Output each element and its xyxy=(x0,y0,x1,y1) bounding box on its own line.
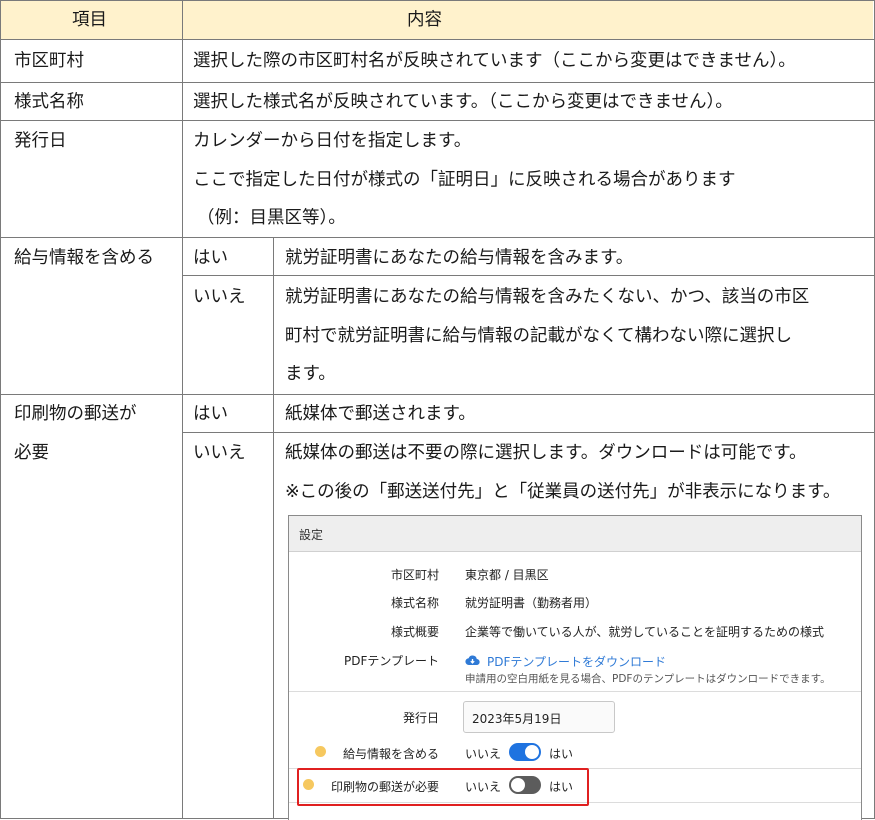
table-divider xyxy=(0,237,875,238)
row-item-issue-date: 発行日 xyxy=(14,131,67,151)
highlight-box xyxy=(297,768,589,806)
row-item-salary: 給与情報を含める xyxy=(14,248,154,268)
row-salary-no-line3: ます。 xyxy=(285,364,336,384)
row-salary-yes-label: はい xyxy=(193,248,228,268)
cloud-download-icon[interactable] xyxy=(465,654,480,666)
table-divider xyxy=(0,120,875,121)
field-label-overview: 様式概要 xyxy=(390,625,439,639)
row-salary-no-line1: 就労証明書にあなたの給与情報を含みたくない、かつ、該当の市区 xyxy=(285,287,810,307)
table-divider xyxy=(182,275,875,276)
salary-no-label: いいえ xyxy=(465,747,502,761)
table-divider xyxy=(0,82,875,83)
issue-date-value: 2023年5月19日 xyxy=(472,712,562,726)
settings-title: 設定 xyxy=(299,528,324,542)
pdf-hint-text: 申請用の空白用紙を見る場合、PDFのテンプレートはダウンロードできます。 xyxy=(465,673,831,685)
row-mail-no-label: いいえ xyxy=(193,443,246,463)
field-value-overview: 企業等で働いている人が、就労していることを証明するための様式 xyxy=(465,625,825,639)
settings-header: 設定 xyxy=(289,516,861,552)
field-value-municipality: 東京都 / 目黒区 xyxy=(465,568,549,582)
row-content-form-name: 選択した様式名が反映されています。（ここから変更はできません）。 xyxy=(193,92,733,112)
section-divider xyxy=(289,691,861,692)
row-item-mail-line2: 必要 xyxy=(14,443,49,463)
row-mail-no-line2: ※この後の「郵送送付先」と「従業員の送付先」が非表示になります。 xyxy=(285,482,841,502)
issue-date-input[interactable]: 2023年5月19日 xyxy=(463,701,615,733)
salary-toggle[interactable] xyxy=(509,743,541,761)
field-label-issue-date: 発行日 xyxy=(402,711,439,725)
row-mail-yes-label: はい xyxy=(193,404,228,424)
table-divider xyxy=(182,432,875,433)
pdf-download-link[interactable]: PDFテンプレートをダウンロード xyxy=(487,653,666,670)
table-column-divider xyxy=(182,0,183,819)
table-column-divider xyxy=(273,237,274,819)
row-item-form-name: 様式名称 xyxy=(14,92,84,112)
row-content-issue-date-line3: （例：目黒区等）。 xyxy=(197,208,346,228)
header-item: 項目 xyxy=(72,10,107,30)
field-label-municipality: 市区町村 xyxy=(390,568,439,582)
row-salary-no-line2: 町村で就労証明書に給与情報の記載がなくて構わない際に選択し xyxy=(285,326,792,346)
field-label-pdf: PDFテンプレート xyxy=(343,654,439,668)
table-divider xyxy=(0,394,875,395)
toggle-knob xyxy=(525,745,539,759)
field-value-form-name: 就労証明書（勤務者用） xyxy=(465,596,598,610)
row-mail-no-line1: 紙媒体の郵送は不要の際に選択します。ダウンロードは可能です。 xyxy=(285,443,807,463)
row-salary-no-label: いいえ xyxy=(193,287,246,307)
header-content: 内容 xyxy=(407,10,442,30)
row-content-municipality: 選択した際の市区町村名が反映されています（ここから変更はできません）。 xyxy=(193,51,796,71)
field-label-form-name: 様式名称 xyxy=(390,596,439,610)
row-item-municipality: 市区町村 xyxy=(14,51,84,71)
row-salary-yes-content: 就労証明書にあなたの給与情報を含みます。 xyxy=(285,248,634,268)
table-border-left xyxy=(0,0,1,819)
table-divider xyxy=(0,39,875,40)
row-mail-yes-content: 紙媒体で郵送されます。 xyxy=(285,404,476,424)
field-label-salary: 給与情報を含める xyxy=(342,747,439,761)
table-border-top xyxy=(0,0,875,1)
row-content-issue-date-line2: ここで指定した日付が様式の「証明日」に反映される場合があります xyxy=(193,170,736,190)
salary-yes-label: はい xyxy=(549,747,574,761)
row-content-issue-date-line1: カレンダーから日付を指定します。 xyxy=(193,131,472,151)
row-item-mail-line1: 印刷物の郵送が xyxy=(14,404,137,424)
